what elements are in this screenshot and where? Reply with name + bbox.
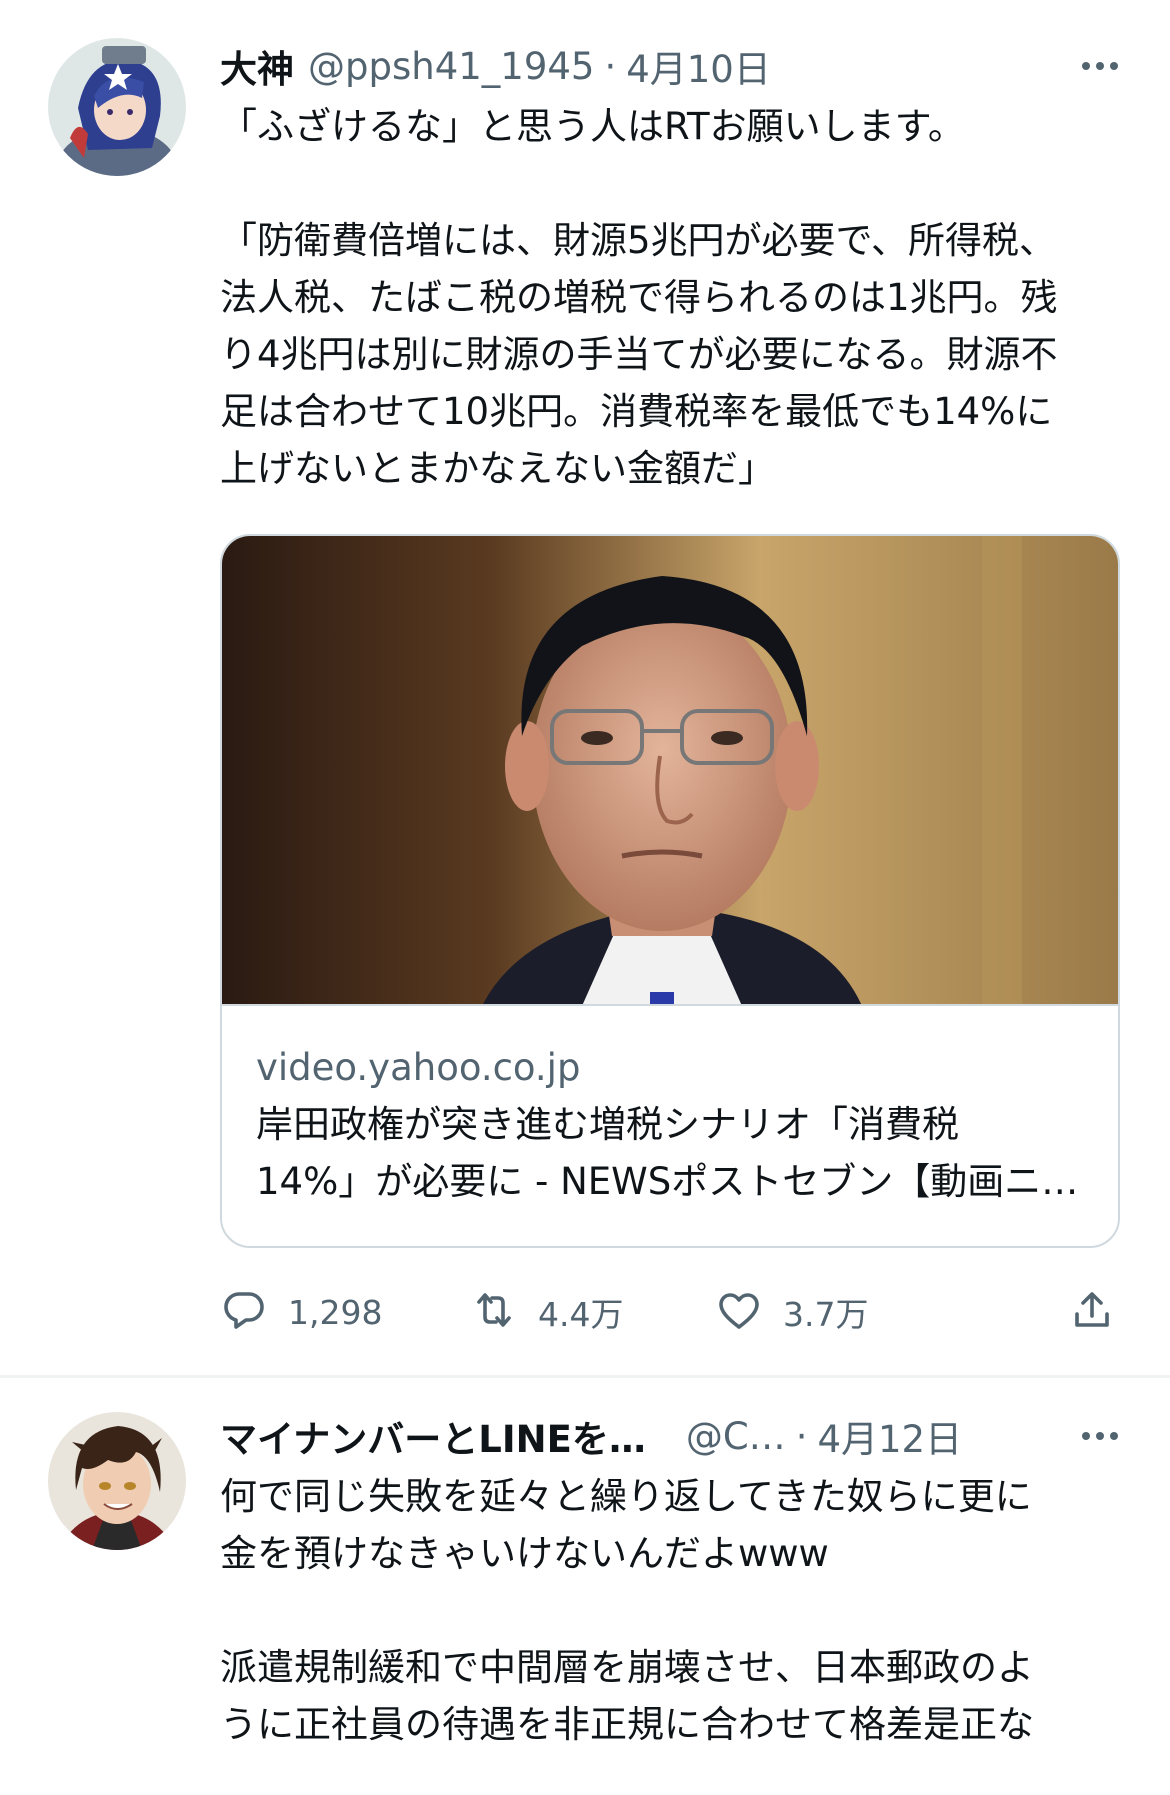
tweet-date[interactable]: 4月10日 <box>626 39 771 93</box>
tweet-line: 法人税、たばこ税の増税で得られるのは1兆円。残 <box>220 276 1058 319</box>
tweet-line: うに正社員の待遇を非正規に合わせて格差是正な <box>220 1703 1034 1746</box>
retweet-icon <box>470 1286 518 1338</box>
tweet-header: 大神 @ppsh41_1945 · 4月10日 <box>220 40 1130 92</box>
more-dots-icon[interactable] <box>1070 46 1130 86</box>
user-handle[interactable]: @ppsh41_1945 <box>308 45 594 88</box>
separator: · <box>795 1414 808 1458</box>
reply-icon <box>220 1286 268 1338</box>
like-count: 3.7万 <box>783 1295 869 1334</box>
avatar[interactable] <box>48 38 186 176</box>
reply-button[interactable]: 1,298 <box>220 1282 382 1342</box>
tweet-date[interactable]: 4月12日 <box>817 1409 962 1463</box>
tweet-line: 派遣規制緩和で中間層を崩壊させ、日本郵政のよ <box>220 1646 1034 1689</box>
display-name[interactable]: 大神 <box>220 39 294 93</box>
tweet[interactable]: マイナンバーとLINEを… @C… · 4月12日 何で同じ失敗を延々と繰り返し… <box>0 1378 1170 1795</box>
tweet-header: マイナンバーとLINEを… @C… · 4月12日 <box>220 1410 1130 1462</box>
heart-icon <box>715 1286 763 1338</box>
retweet-button[interactable]: 4.4万 <box>470 1282 623 1342</box>
tweet-paragraph: 「ふざけるな」と思う人はRTお願いします。 <box>220 105 965 148</box>
retweet-count: 4.4万 <box>538 1295 624 1334</box>
card-image[interactable] <box>222 536 1118 1006</box>
tweet-text: 何で同じ失敗を延々と繰り返してきた奴らに更に 金を預けなきゃいけないんだよwww… <box>220 1468 1120 1753</box>
card-domain: video.yahoo.co.jp <box>256 1046 581 1089</box>
tweet-line: 足は合わせて10兆円。消費税率を最低でも14%に <box>220 390 1053 433</box>
tweet[interactable]: 大神 @ppsh41_1945 · 4月10日 「ふざけるな」と思う人はRTお願… <box>0 0 1170 1378</box>
like-button[interactable]: 3.7万 <box>715 1282 868 1342</box>
tweet-text: 「ふざけるな」と思う人はRTお願いします。 「防衛費倍増には、財源5兆円が必要で… <box>220 98 1120 497</box>
more-dots-icon[interactable] <box>1070 1416 1130 1456</box>
action-bar: 1,298 4.4万 3.7万 <box>220 1282 1120 1342</box>
reply-count: 1,298 <box>288 1292 383 1332</box>
card-title-line: 14%」が必要に - NEWSポストセブン【動画ニュース】 <box>256 1160 1088 1203</box>
display-name[interactable]: マイナンバーとLINEを… <box>220 1409 646 1463</box>
tweet-line: 上げないとまかなえない金額だ」 <box>220 447 775 490</box>
link-card[interactable]: video.yahoo.co.jp 岸田政権が突き進む増税シナリオ「消費税 14… <box>220 534 1120 1248</box>
avatar[interactable] <box>48 1412 186 1550</box>
card-title-line: 岸田政権が突き進む増税シナリオ「消費税 <box>256 1103 959 1146</box>
tweet-line: 「防衛費倍増には、財源5兆円が必要で、所得税、 <box>220 219 1057 262</box>
user-handle[interactable]: @C… <box>686 1415 786 1458</box>
share-icon <box>1068 1286 1116 1338</box>
card-title: 岸田政権が突き進む増税シナリオ「消費税 14%」が必要に - NEWSポストセブ… <box>256 1096 1088 1210</box>
share-button[interactable] <box>1068 1282 1116 1342</box>
separator: · <box>604 44 617 88</box>
tweet-line: り4兆円は別に財源の手当てが必要になる。財源不 <box>220 333 1058 376</box>
tweet-line: 金を預けなきゃいけないんだよwww <box>220 1532 829 1575</box>
tweet-line: 何で同じ失敗を延々と繰り返してきた奴らに更に <box>220 1475 1032 1518</box>
